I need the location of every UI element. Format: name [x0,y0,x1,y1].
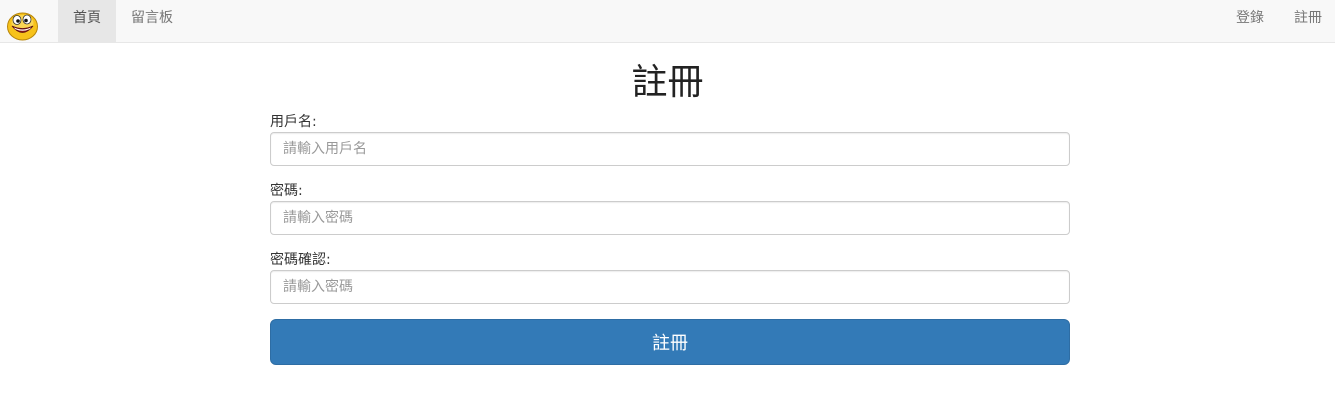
page-title: 註冊 [631,62,704,103]
password-input[interactable] [270,201,1070,235]
username-input[interactable] [270,132,1070,166]
password-label: 密碼: [270,183,303,199]
username-label: 用戶名: [270,114,317,130]
navbar: 首頁 留言板 登錄 註冊 [0,0,1335,43]
password-confirm-input[interactable] [270,270,1070,304]
register-submit-button[interactable]: 註冊 [270,319,1070,365]
nav-message-board[interactable]: 留言板 [116,0,188,42]
nav-register[interactable]: 註冊 [1279,0,1335,42]
smiley-face-icon[interactable] [6,11,39,41]
password-confirm-label: 密碼確認: [270,252,331,268]
nav-home[interactable]: 首頁 [58,0,116,42]
nav-login[interactable]: 登錄 [1221,0,1279,42]
